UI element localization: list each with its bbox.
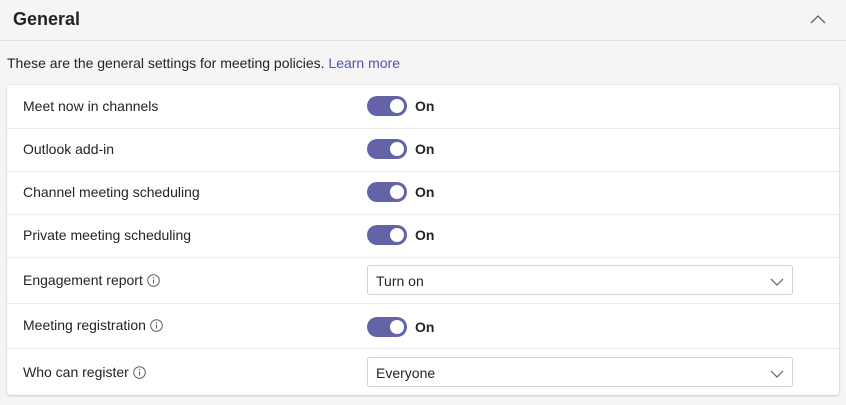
chevron-up-icon[interactable]	[808, 10, 828, 30]
setting-label-with-info: Engagement report	[23, 272, 160, 288]
toggle-private-meeting-scheduling[interactable]: On	[367, 225, 434, 245]
info-icon[interactable]	[147, 273, 160, 287]
setting-row-channel-meeting-scheduling: Channel meeting scheduling On	[7, 171, 839, 215]
toggle-channel-meeting-scheduling[interactable]: On	[367, 182, 434, 202]
setting-label: Meeting registration	[23, 317, 146, 333]
setting-row-meeting-registration: Meeting registration On	[7, 303, 839, 349]
section-title: General	[13, 9, 81, 29]
setting-label: Private meeting scheduling	[23, 227, 192, 243]
setting-label: Engagement report	[23, 272, 143, 288]
toggle-switch[interactable]	[367, 96, 407, 116]
learn-more-link[interactable]: Learn more	[328, 55, 400, 71]
setting-row-who-can-register: Who can register Everyone	[7, 348, 839, 395]
dropdown-value: Turn on	[376, 273, 424, 289]
toggle-outlook-addin[interactable]: On	[367, 139, 434, 159]
setting-label-with-info: Who can register	[23, 364, 146, 380]
info-icon[interactable]	[133, 365, 146, 379]
setting-label: Meet now in channels	[23, 98, 159, 114]
toggle-switch[interactable]	[367, 225, 407, 245]
info-icon[interactable]	[150, 318, 163, 332]
settings-card: Meet now in channels On Outlook add-in O…	[7, 85, 839, 395]
toggle-state: On	[415, 184, 435, 200]
toggle-state: On	[415, 227, 435, 243]
toggle-state: On	[415, 141, 435, 157]
toggle-state: On	[415, 319, 435, 335]
toggle-meet-now[interactable]: On	[367, 96, 434, 116]
setting-row-meet-now: Meet now in channels On	[7, 85, 839, 129]
setting-row-engagement-report: Engagement report Turn on	[7, 257, 839, 304]
toggle-switch[interactable]	[367, 139, 407, 159]
dropdown-value: Everyone	[376, 365, 436, 381]
setting-label: Channel meeting scheduling	[23, 184, 200, 200]
setting-row-outlook-addin: Outlook add-in On	[7, 128, 839, 172]
setting-row-private-meeting-scheduling: Private meeting scheduling On	[7, 214, 839, 258]
toggle-state: On	[415, 98, 435, 114]
engagement-report-dropdown[interactable]: Turn on	[367, 265, 793, 295]
section-header: General	[0, 0, 846, 41]
chevron-down-icon	[770, 275, 784, 287]
setting-label-with-info: Meeting registration	[23, 317, 163, 333]
chevron-down-icon	[770, 367, 784, 379]
description-text: These are the general settings for meeti…	[7, 55, 325, 71]
who-can-register-dropdown[interactable]: Everyone	[367, 357, 793, 387]
toggle-meeting-registration[interactable]: On	[367, 317, 434, 337]
setting-label: Who can register	[23, 364, 129, 380]
toggle-switch[interactable]	[367, 317, 407, 337]
toggle-switch[interactable]	[367, 182, 407, 202]
section-description: These are the general settings for meeti…	[7, 55, 400, 71]
setting-label: Outlook add-in	[23, 141, 115, 157]
